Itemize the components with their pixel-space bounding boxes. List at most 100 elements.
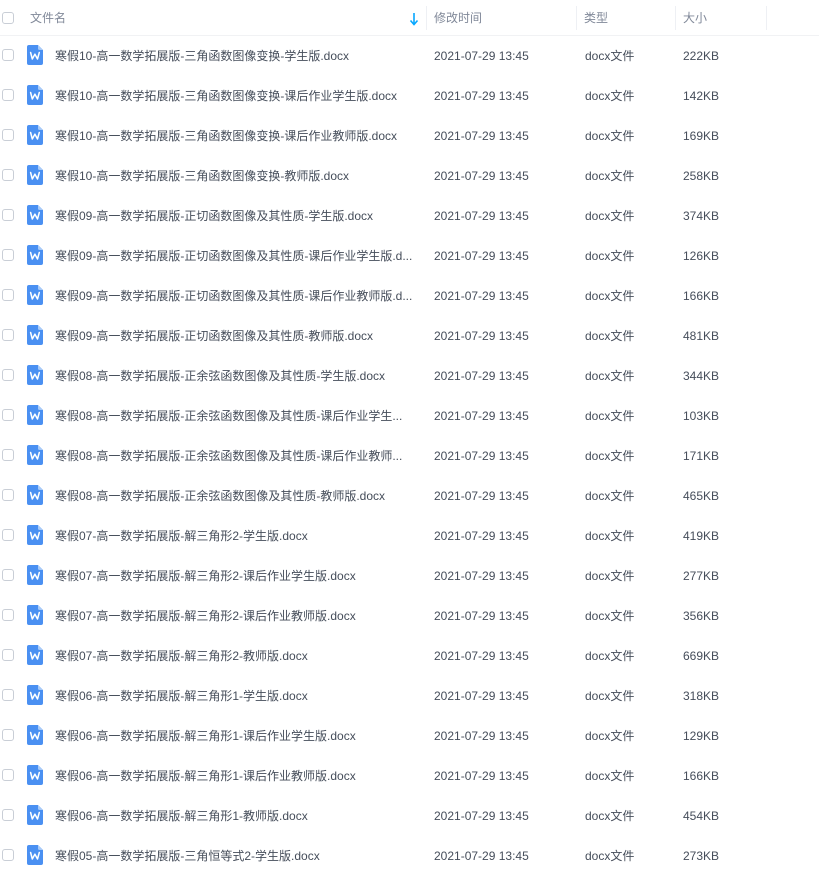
file-row[interactable]: 寒假07-高一数学拓展版-解三角形2-课后作业学生版.docx 2021-07-2…: [0, 556, 819, 596]
file-row[interactable]: 寒假08-高一数学拓展版-正余弦函数图像及其性质-学生版.docx 2021-07…: [0, 356, 819, 396]
file-name[interactable]: 寒假08-高一数学拓展版-正余弦函数图像及其性质-教师版.docx: [55, 476, 420, 516]
file-name[interactable]: 寒假07-高一数学拓展版-解三角形2-学生版.docx: [55, 516, 420, 556]
row-checkbox[interactable]: [2, 249, 14, 261]
file-name[interactable]: 寒假10-高一数学拓展版-三角函数图像变换-教师版.docx: [55, 156, 420, 196]
file-name[interactable]: 寒假06-高一数学拓展版-解三角形1-课后作业学生版.docx: [55, 716, 420, 756]
file-modified-time: 2021-07-29 13:45: [434, 689, 529, 703]
word-doc-icon: [27, 605, 43, 625]
file-row[interactable]: 寒假09-高一数学拓展版-正切函数图像及其性质-课后作业学生版.d... 2021…: [0, 236, 819, 276]
file-name[interactable]: 寒假08-高一数学拓展版-正余弦函数图像及其性质-课后作业教师...: [55, 436, 420, 476]
file-name[interactable]: 寒假05-高一数学拓展版-三角恒等式2-学生版.docx: [55, 836, 420, 874]
file-size: 419KB: [683, 529, 720, 543]
file-name[interactable]: 寒假06-高一数学拓展版-解三角形1-学生版.docx: [55, 676, 420, 716]
file-name[interactable]: 寒假07-高一数学拓展版-解三角形2-教师版.docx: [55, 636, 420, 676]
row-checkbox[interactable]: [2, 369, 14, 381]
row-checkbox[interactable]: [2, 529, 14, 541]
column-header-spacer: [766, 0, 819, 36]
file-row[interactable]: 寒假07-高一数学拓展版-解三角形2-学生版.docx 2021-07-29 13…: [0, 516, 819, 556]
file-type: docx文件: [585, 89, 635, 103]
file-row[interactable]: 寒假06-高一数学拓展版-解三角形1-学生版.docx 2021-07-29 13…: [0, 676, 819, 716]
file-name[interactable]: 寒假09-高一数学拓展版-正切函数图像及其性质-课后作业教师版.d...: [55, 276, 420, 316]
file-row[interactable]: 寒假06-高一数学拓展版-解三角形1-课后作业教师版.docx 2021-07-2…: [0, 756, 819, 796]
file-name[interactable]: 寒假07-高一数学拓展版-解三角形2-课后作业教师版.docx: [55, 596, 420, 636]
word-doc-icon: [27, 325, 43, 345]
file-row[interactable]: 寒假10-高一数学拓展版-三角函数图像变换-课后作业学生版.docx 2021-0…: [0, 76, 819, 116]
file-size: 169KB: [683, 129, 720, 143]
file-size: 318KB: [683, 689, 720, 703]
file-size: 222KB: [683, 49, 720, 63]
file-name[interactable]: 寒假09-高一数学拓展版-正切函数图像及其性质-学生版.docx: [55, 196, 420, 236]
file-name[interactable]: 寒假10-高一数学拓展版-三角函数图像变换-学生版.docx: [55, 36, 420, 76]
row-checkbox[interactable]: [2, 649, 14, 661]
row-checkbox[interactable]: [2, 809, 14, 821]
file-name[interactable]: 寒假10-高一数学拓展版-三角函数图像变换-课后作业学生版.docx: [55, 76, 420, 116]
column-header-size[interactable]: 大小: [675, 0, 766, 36]
row-checkbox[interactable]: [2, 569, 14, 581]
file-row[interactable]: 寒假07-高一数学拓展版-解三角形2-课后作业教师版.docx 2021-07-2…: [0, 596, 819, 636]
row-checkbox[interactable]: [2, 329, 14, 341]
file-row[interactable]: 寒假06-高一数学拓展版-解三角形1-课后作业学生版.docx 2021-07-2…: [0, 716, 819, 756]
file-row[interactable]: 寒假09-高一数学拓展版-正切函数图像及其性质-学生版.docx 2021-07-…: [0, 196, 819, 236]
file-type: docx文件: [585, 369, 635, 383]
row-checkbox[interactable]: [2, 609, 14, 621]
file-row[interactable]: 寒假10-高一数学拓展版-三角函数图像变换-教师版.docx 2021-07-29…: [0, 156, 819, 196]
file-name[interactable]: 寒假06-高一数学拓展版-解三角形1-教师版.docx: [55, 796, 420, 836]
file-name[interactable]: 寒假07-高一数学拓展版-解三角形2-课后作业学生版.docx: [55, 556, 420, 596]
file-type: docx文件: [585, 209, 635, 223]
file-row[interactable]: 寒假09-高一数学拓展版-正切函数图像及其性质-教师版.docx 2021-07-…: [0, 316, 819, 356]
file-row[interactable]: 寒假08-高一数学拓展版-正余弦函数图像及其性质-教师版.docx 2021-07…: [0, 476, 819, 516]
file-type: docx文件: [585, 409, 635, 423]
file-row[interactable]: 寒假09-高一数学拓展版-正切函数图像及其性质-课后作业教师版.d... 2021…: [0, 276, 819, 316]
column-header-modified-time[interactable]: 修改时间: [426, 0, 576, 36]
row-checkbox[interactable]: [2, 129, 14, 141]
row-checkbox[interactable]: [2, 49, 14, 61]
file-modified-time: 2021-07-29 13:45: [434, 209, 529, 223]
row-checkbox[interactable]: [2, 409, 14, 421]
file-list-header: 文件名 修改时间 类型 大小: [0, 0, 819, 36]
row-checkbox[interactable]: [2, 289, 14, 301]
file-size: 277KB: [683, 569, 720, 583]
file-row[interactable]: 寒假05-高一数学拓展版-三角恒等式2-学生版.docx 2021-07-29 1…: [0, 836, 819, 874]
file-modified-time: 2021-07-29 13:45: [434, 289, 529, 303]
word-doc-icon: [27, 725, 43, 745]
file-row[interactable]: 寒假08-高一数学拓展版-正余弦函数图像及其性质-课后作业教师... 2021-0…: [0, 436, 819, 476]
file-type: docx文件: [585, 289, 635, 303]
file-name[interactable]: 寒假08-高一数学拓展版-正余弦函数图像及其性质-课后作业学生...: [55, 396, 420, 436]
select-all-checkbox[interactable]: [2, 12, 14, 24]
file-row[interactable]: 寒假06-高一数学拓展版-解三角形1-教师版.docx 2021-07-29 13…: [0, 796, 819, 836]
row-checkbox[interactable]: [2, 209, 14, 221]
file-name[interactable]: 寒假08-高一数学拓展版-正余弦函数图像及其性质-学生版.docx: [55, 356, 420, 396]
column-header-type-label: 类型: [584, 11, 609, 25]
row-checkbox[interactable]: [2, 729, 14, 741]
row-checkbox[interactable]: [2, 449, 14, 461]
column-header-name-label: 文件名: [30, 11, 67, 25]
row-checkbox[interactable]: [2, 89, 14, 101]
file-type: docx文件: [585, 729, 635, 743]
file-size: 465KB: [683, 489, 720, 503]
row-checkbox[interactable]: [2, 689, 14, 701]
word-doc-icon: [27, 565, 43, 585]
word-doc-icon: [27, 525, 43, 545]
column-header-name[interactable]: 文件名: [22, 0, 426, 36]
row-checkbox[interactable]: [2, 769, 14, 781]
word-doc-icon: [27, 685, 43, 705]
file-size: 374KB: [683, 209, 720, 223]
file-size: 356KB: [683, 609, 720, 623]
file-row[interactable]: 寒假10-高一数学拓展版-三角函数图像变换-学生版.docx 2021-07-29…: [0, 36, 819, 76]
file-name[interactable]: 寒假09-高一数学拓展版-正切函数图像及其性质-教师版.docx: [55, 316, 420, 356]
file-modified-time: 2021-07-29 13:45: [434, 649, 529, 663]
row-checkbox[interactable]: [2, 169, 14, 181]
file-row[interactable]: 寒假07-高一数学拓展版-解三角形2-教师版.docx 2021-07-29 13…: [0, 636, 819, 676]
file-name[interactable]: 寒假10-高一数学拓展版-三角函数图像变换-课后作业教师版.docx: [55, 116, 420, 156]
column-header-modified-time-label: 修改时间: [434, 11, 483, 25]
file-modified-time: 2021-07-29 13:45: [434, 409, 529, 423]
file-row[interactable]: 寒假10-高一数学拓展版-三角函数图像变换-课后作业教师版.docx 2021-0…: [0, 116, 819, 156]
column-header-type[interactable]: 类型: [576, 0, 675, 36]
row-checkbox[interactable]: [2, 849, 14, 861]
file-row[interactable]: 寒假08-高一数学拓展版-正余弦函数图像及其性质-课后作业学生... 2021-0…: [0, 396, 819, 436]
file-name[interactable]: 寒假06-高一数学拓展版-解三角形1-课后作业教师版.docx: [55, 756, 420, 796]
arrow-down-icon[interactable]: [409, 12, 419, 26]
row-checkbox[interactable]: [2, 489, 14, 501]
file-name[interactable]: 寒假09-高一数学拓展版-正切函数图像及其性质-课后作业学生版.d...: [55, 236, 420, 276]
file-modified-time: 2021-07-29 13:45: [434, 609, 529, 623]
